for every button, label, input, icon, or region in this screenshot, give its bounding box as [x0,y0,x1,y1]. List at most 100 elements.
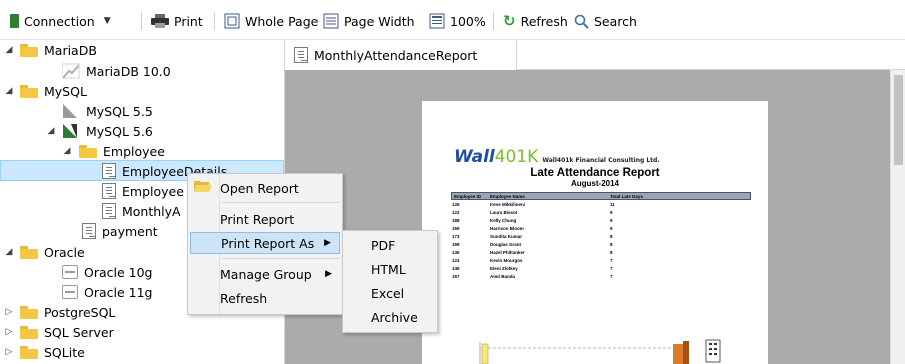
oracle-icon [62,285,78,299]
connection-label: Connection [24,13,95,29]
tree-item-label: Employee [122,183,184,199]
company-name: Wall401k Financial Consulting Ltd. [542,157,660,164]
collapse-arrow-icon[interactable]: ◢ [4,242,14,262]
tree-item-monthly-report[interactable]: MonthlyA [102,201,181,221]
tree-item-label: Oracle [44,244,85,260]
tree-item-label: SQLite [44,344,85,360]
table-row: 136 Hazel Philtanker 8 [452,250,613,255]
connection-dropdown[interactable]: Connection ▼ [10,11,111,31]
database-icon [10,14,19,28]
tree-item-sqlserver[interactable]: SQL Server [20,322,114,342]
report-icon [102,203,116,219]
zoom-label: 100% [450,13,486,29]
report-table-header: Employee ID Employee Name Total Late Day… [451,192,751,200]
tree-item-label: MySQL [44,83,87,99]
print-label: Print [174,13,203,29]
refresh-menu-item[interactable]: Refresh [190,287,340,309]
collapse-arrow-icon[interactable]: ◢ [46,121,56,141]
report-tabstrip: MonthlyAttendanceReport [285,40,905,70]
tree-item-label: MonthlyA [122,203,181,219]
menu-item-label: Open Report [220,180,299,196]
tree-item-mysql-55[interactable]: MySQL 5.5 [62,101,153,121]
whole-page-icon [224,13,240,29]
toolbar-separator [141,12,142,30]
scrollbar-thumb[interactable] [894,75,903,165]
expand-arrow-icon[interactable]: ▷ [4,302,14,322]
tree-item-sqlite[interactable]: SQLite [20,342,85,362]
menu-item-label: Manage Group [220,266,312,282]
report-subtitle: August-2014 [570,179,619,188]
column-header: Employee Name [490,193,525,199]
menu-item-label: Print Report As [221,235,315,251]
table-row: 169 Harrison Bloom 9 [452,226,613,231]
menu-item-label: HTML [371,261,406,277]
report-icon [82,223,96,239]
table-row: 173 Sundita Kumar 8 [452,234,613,239]
submenu-arrow-icon: ▶ [325,269,332,279]
search-button[interactable]: Search [574,11,637,31]
table-row: 199 Douglas Grant 8 [452,242,613,247]
print-button[interactable]: Print [151,11,203,31]
tree-item-oracle-11g[interactable]: Oracle 11g [62,282,153,302]
expand-arrow-icon[interactable]: ▷ [4,322,14,342]
tree-item-employee-report[interactable]: Employee [102,181,184,201]
tree-item-oracle[interactable]: Oracle [20,242,85,262]
table-row: 126 Irene Mikkilineni 11 [452,202,615,207]
folder-icon [20,305,38,319]
tab-monthly-attendance-report[interactable]: MonthlyAttendanceReport [285,40,517,70]
print-report-menu-item[interactable]: Print Report [190,208,340,230]
whole-page-label: Whole Page [245,13,319,29]
menu-item-label: Refresh [220,290,268,306]
refresh-button[interactable]: ↻ Refresh [503,11,568,31]
print-report-as-menu-item[interactable]: Print Report As ▶ [190,232,340,254]
collapse-arrow-icon[interactable]: ◢ [62,141,72,161]
tree-item-label: Oracle 10g [84,264,153,280]
tree-item-oracle-10g[interactable]: Oracle 10g [62,262,153,282]
tree-item-label: Oracle 11g [84,284,153,300]
excel-menu-item[interactable]: Excel [345,282,435,304]
column-header: Employee ID [454,193,482,199]
tree-item-label: MySQL 5.5 [86,103,153,119]
collapse-arrow-icon[interactable]: ◢ [4,40,14,60]
folder-icon [20,43,38,57]
folder-icon [20,245,38,259]
tree-item-mariadb-10[interactable]: MariaDB 10.0 [61,61,171,81]
archive-menu-item[interactable]: Archive [345,306,435,328]
tree-item-label: payment [102,223,158,239]
tree-item-mysql[interactable]: MySQL [20,81,87,101]
refresh-label: Refresh [520,13,568,29]
search-icon [574,14,589,29]
chevron-down-icon: ▼ [103,16,111,26]
search-label: Search [594,13,637,29]
pdf-menu-item[interactable]: PDF [345,234,435,256]
html-menu-item[interactable]: HTML [345,258,435,280]
tree-item-mysql-56[interactable]: MySQL 5.6 [62,121,153,141]
whole-page-button[interactable]: Whole Page [224,11,318,31]
vertical-scrollbar[interactable] [890,70,905,364]
tree-item-postgresql[interactable]: PostgreSQL [20,302,115,322]
tree-item-employee[interactable]: Employee [79,141,165,161]
page-width-button[interactable]: Page Width [323,11,415,31]
manage-group-menu-item[interactable]: Manage Group ▶ [190,263,340,285]
report-title: Late Attendance Report [530,167,660,179]
column-header: Total Late Days [610,193,643,199]
report-icon [102,163,116,179]
expand-arrow-icon[interactable]: ▷ [4,342,14,362]
zoom-100-button[interactable]: 100% [429,11,486,31]
table-row: 188 Kelly Chung 9 [452,218,613,223]
report-chart-fragment [479,339,721,364]
collapse-arrow-icon[interactable]: ◢ [4,81,14,101]
tab-label: MonthlyAttendanceReport [314,47,478,63]
company-logo: Wall 401K Wall401k Financial Consulting … [454,147,660,167]
tree-item-payment[interactable]: payment [82,221,158,241]
page-width-icon [323,13,339,29]
report-icon [294,47,308,63]
folder-icon [20,345,38,359]
tree-item-label: SQL Server [44,324,114,340]
print-as-submenu: PDF HTML Excel Archive [342,230,438,333]
open-report-menu-item[interactable]: Open Report [190,177,340,199]
menu-item-label: PDF [371,237,396,253]
tree-item-mariadb[interactable]: MariaDB [20,40,97,60]
submenu-arrow-icon: ▶ [324,238,331,248]
table-row: 124 Kevin Mourgos 7 [452,258,613,263]
